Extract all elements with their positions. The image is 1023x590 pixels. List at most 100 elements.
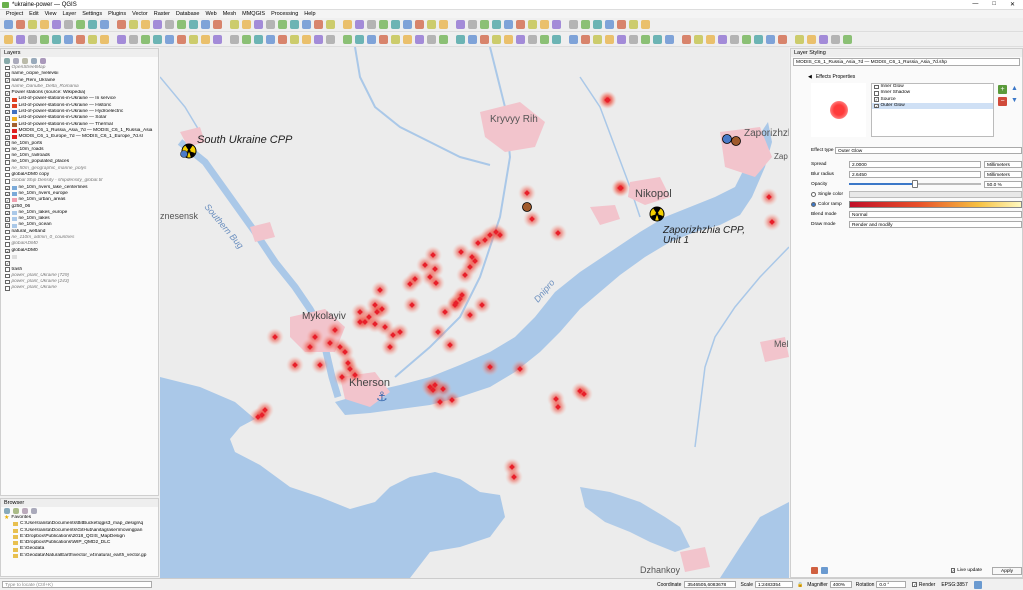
toolbar-tool-icon[interactable] (569, 35, 578, 44)
filter-icon[interactable] (22, 58, 28, 64)
toolbar-tool-icon[interactable] (177, 35, 186, 44)
layer-visibility-checkbox[interactable]: ✓ (5, 198, 10, 203)
toolbar-tool-icon[interactable] (552, 20, 561, 29)
toolbar-tool-icon[interactable] (355, 35, 364, 44)
layer-visibility-checkbox[interactable]: ✓ (5, 191, 10, 197)
toolbar-tool-icon[interactable] (117, 35, 126, 44)
toolbar-tool-icon[interactable] (504, 20, 513, 29)
refresh-icon[interactable] (4, 508, 10, 514)
toolbar-tool-icon[interactable] (117, 20, 126, 29)
toolbar-tool-icon[interactable] (367, 35, 376, 44)
toolbar-tool-icon[interactable] (355, 20, 364, 29)
toolbar-tool-icon[interactable] (52, 20, 61, 29)
map-canvas[interactable]: Southern Bug Dnipro ⚓ South Ukraine CPP … (160, 47, 789, 578)
toolbar-tool-icon[interactable] (201, 20, 210, 29)
opacity-input[interactable]: 50.0 % (984, 180, 1022, 188)
toolbar-tool-icon[interactable] (641, 35, 650, 44)
toolbar-tool-icon[interactable] (201, 35, 210, 44)
menu-plugins[interactable]: Plugins (108, 11, 126, 17)
rotation-field[interactable]: 0.0 ° (876, 581, 907, 588)
toolbar-tool-icon[interactable] (278, 20, 287, 29)
render-checkbox[interactable]: ✓ (912, 582, 917, 587)
redo-icon[interactable] (821, 567, 828, 574)
toolbar-tool-icon[interactable] (290, 35, 299, 44)
toolbar-tool-icon[interactable] (254, 35, 263, 44)
menu-mesh[interactable]: Mesh (223, 11, 236, 17)
toolbar-tool-icon[interactable] (403, 20, 412, 29)
toolbar-tool-icon[interactable] (439, 35, 448, 44)
toolbar-tool-icon[interactable] (629, 35, 638, 44)
toolbar-tool-icon[interactable] (718, 35, 727, 44)
toolbar-tool-icon[interactable] (314, 35, 323, 44)
layer-visibility-checkbox[interactable]: ✓ (5, 122, 10, 128)
toolbar-tool-icon[interactable] (278, 35, 287, 44)
color-ramp-radio[interactable] (811, 201, 816, 207)
toolbar-tool-icon[interactable] (528, 20, 537, 29)
toolbar-tool-icon[interactable] (343, 20, 352, 29)
opacity-slider[interactable] (849, 180, 981, 188)
nuclear-zaporizhzhia-icon[interactable] (649, 206, 665, 222)
remove-effect-button[interactable]: − (998, 97, 1007, 106)
toolbar-tool-icon[interactable] (439, 20, 448, 29)
toolbar-tool-icon[interactable] (778, 35, 787, 44)
toolbar-tool-icon[interactable] (379, 20, 388, 29)
layer-visibility-checkbox[interactable] (5, 267, 10, 272)
effect-item[interactable]: ✓ Outer Glow (872, 102, 993, 110)
toolbar-tool-icon[interactable] (4, 20, 13, 29)
color-ramp-button[interactable] (849, 200, 1022, 208)
toolbar-tool-icon[interactable] (165, 20, 174, 29)
toolbar-tool-icon[interactable] (28, 20, 37, 29)
layer-visibility-checkbox[interactable]: ✓ (5, 97, 10, 102)
toolbar-tool-icon[interactable] (605, 35, 614, 44)
undo-icon[interactable] (811, 567, 818, 574)
layer-visibility-checkbox[interactable]: ✓ (5, 141, 10, 146)
toolbar-tool-icon[interactable] (242, 20, 251, 29)
layer-visibility-checkbox[interactable]: ✓ (5, 91, 10, 96)
toolbar-tool-icon[interactable] (480, 35, 489, 44)
layer-visibility-checkbox[interactable] (5, 235, 10, 241)
toolbar-tool-icon[interactable] (569, 20, 578, 29)
toolbar-tool-icon[interactable] (40, 35, 49, 44)
layer-visibility-checkbox[interactable]: ✓ (5, 223, 10, 228)
effect-checkbox[interactable] (874, 84, 879, 90)
toolbar-tool-icon[interactable] (629, 20, 638, 29)
toolbar-tool-icon[interactable] (189, 35, 198, 44)
toolbar-tool-icon[interactable] (64, 35, 73, 44)
toolbar-tool-icon[interactable] (4, 35, 13, 44)
toolbar-tool-icon[interactable] (213, 35, 222, 44)
toolbar-tool-icon[interactable] (552, 35, 561, 44)
toolbar-tool-icon[interactable] (540, 35, 549, 44)
layer-visibility-checkbox[interactable]: ✓ (5, 78, 10, 83)
add-selected-icon[interactable] (13, 508, 19, 514)
spread-unit-combobox[interactable]: Millimeters (984, 160, 1022, 168)
toolbar-tool-icon[interactable] (88, 20, 97, 29)
toolbar-tool-icon[interactable] (807, 35, 816, 44)
toolbar-tool-icon[interactable] (40, 20, 49, 29)
apply-button[interactable]: Apply (992, 566, 1022, 575)
toolbar-tool-icon[interactable] (326, 20, 335, 29)
menu-edit[interactable]: Edit (29, 11, 38, 17)
toolbar-tool-icon[interactable] (730, 35, 739, 44)
layer-visibility-checkbox[interactable]: ✓ (5, 109, 10, 115)
add-effect-button[interactable]: + (998, 85, 1007, 94)
layer-visibility-checkbox[interactable] (5, 286, 10, 291)
toolbar-tool-icon[interactable] (28, 35, 37, 44)
toolbar-tool-icon[interactable] (540, 20, 549, 29)
menu-settings[interactable]: Settings (82, 11, 102, 17)
blur-unit-combobox[interactable]: Millimeters (984, 170, 1022, 178)
collapse-all-icon[interactable] (31, 508, 37, 514)
single-color-button[interactable] (849, 190, 1022, 198)
layer-visibility-checkbox[interactable]: ✓ (5, 116, 10, 121)
draw-mode-combobox[interactable]: Render and modify (849, 220, 1022, 228)
thermal-plant-icon[interactable] (522, 202, 532, 212)
toolbar-tool-icon[interactable] (165, 35, 174, 44)
toolbar-tool-icon[interactable] (314, 20, 323, 29)
toolbar-tool-icon[interactable] (456, 20, 465, 29)
layer-visibility-checkbox[interactable] (5, 84, 10, 90)
crs-button[interactable]: EPSG:3857 (941, 582, 967, 588)
menu-vector[interactable]: Vector (132, 11, 148, 17)
toolbar-tool-icon[interactable] (391, 20, 400, 29)
toolbar-tool-icon[interactable] (76, 20, 85, 29)
toolbar-tool-icon[interactable] (64, 20, 73, 29)
layer-visibility-checkbox[interactable] (5, 229, 10, 235)
